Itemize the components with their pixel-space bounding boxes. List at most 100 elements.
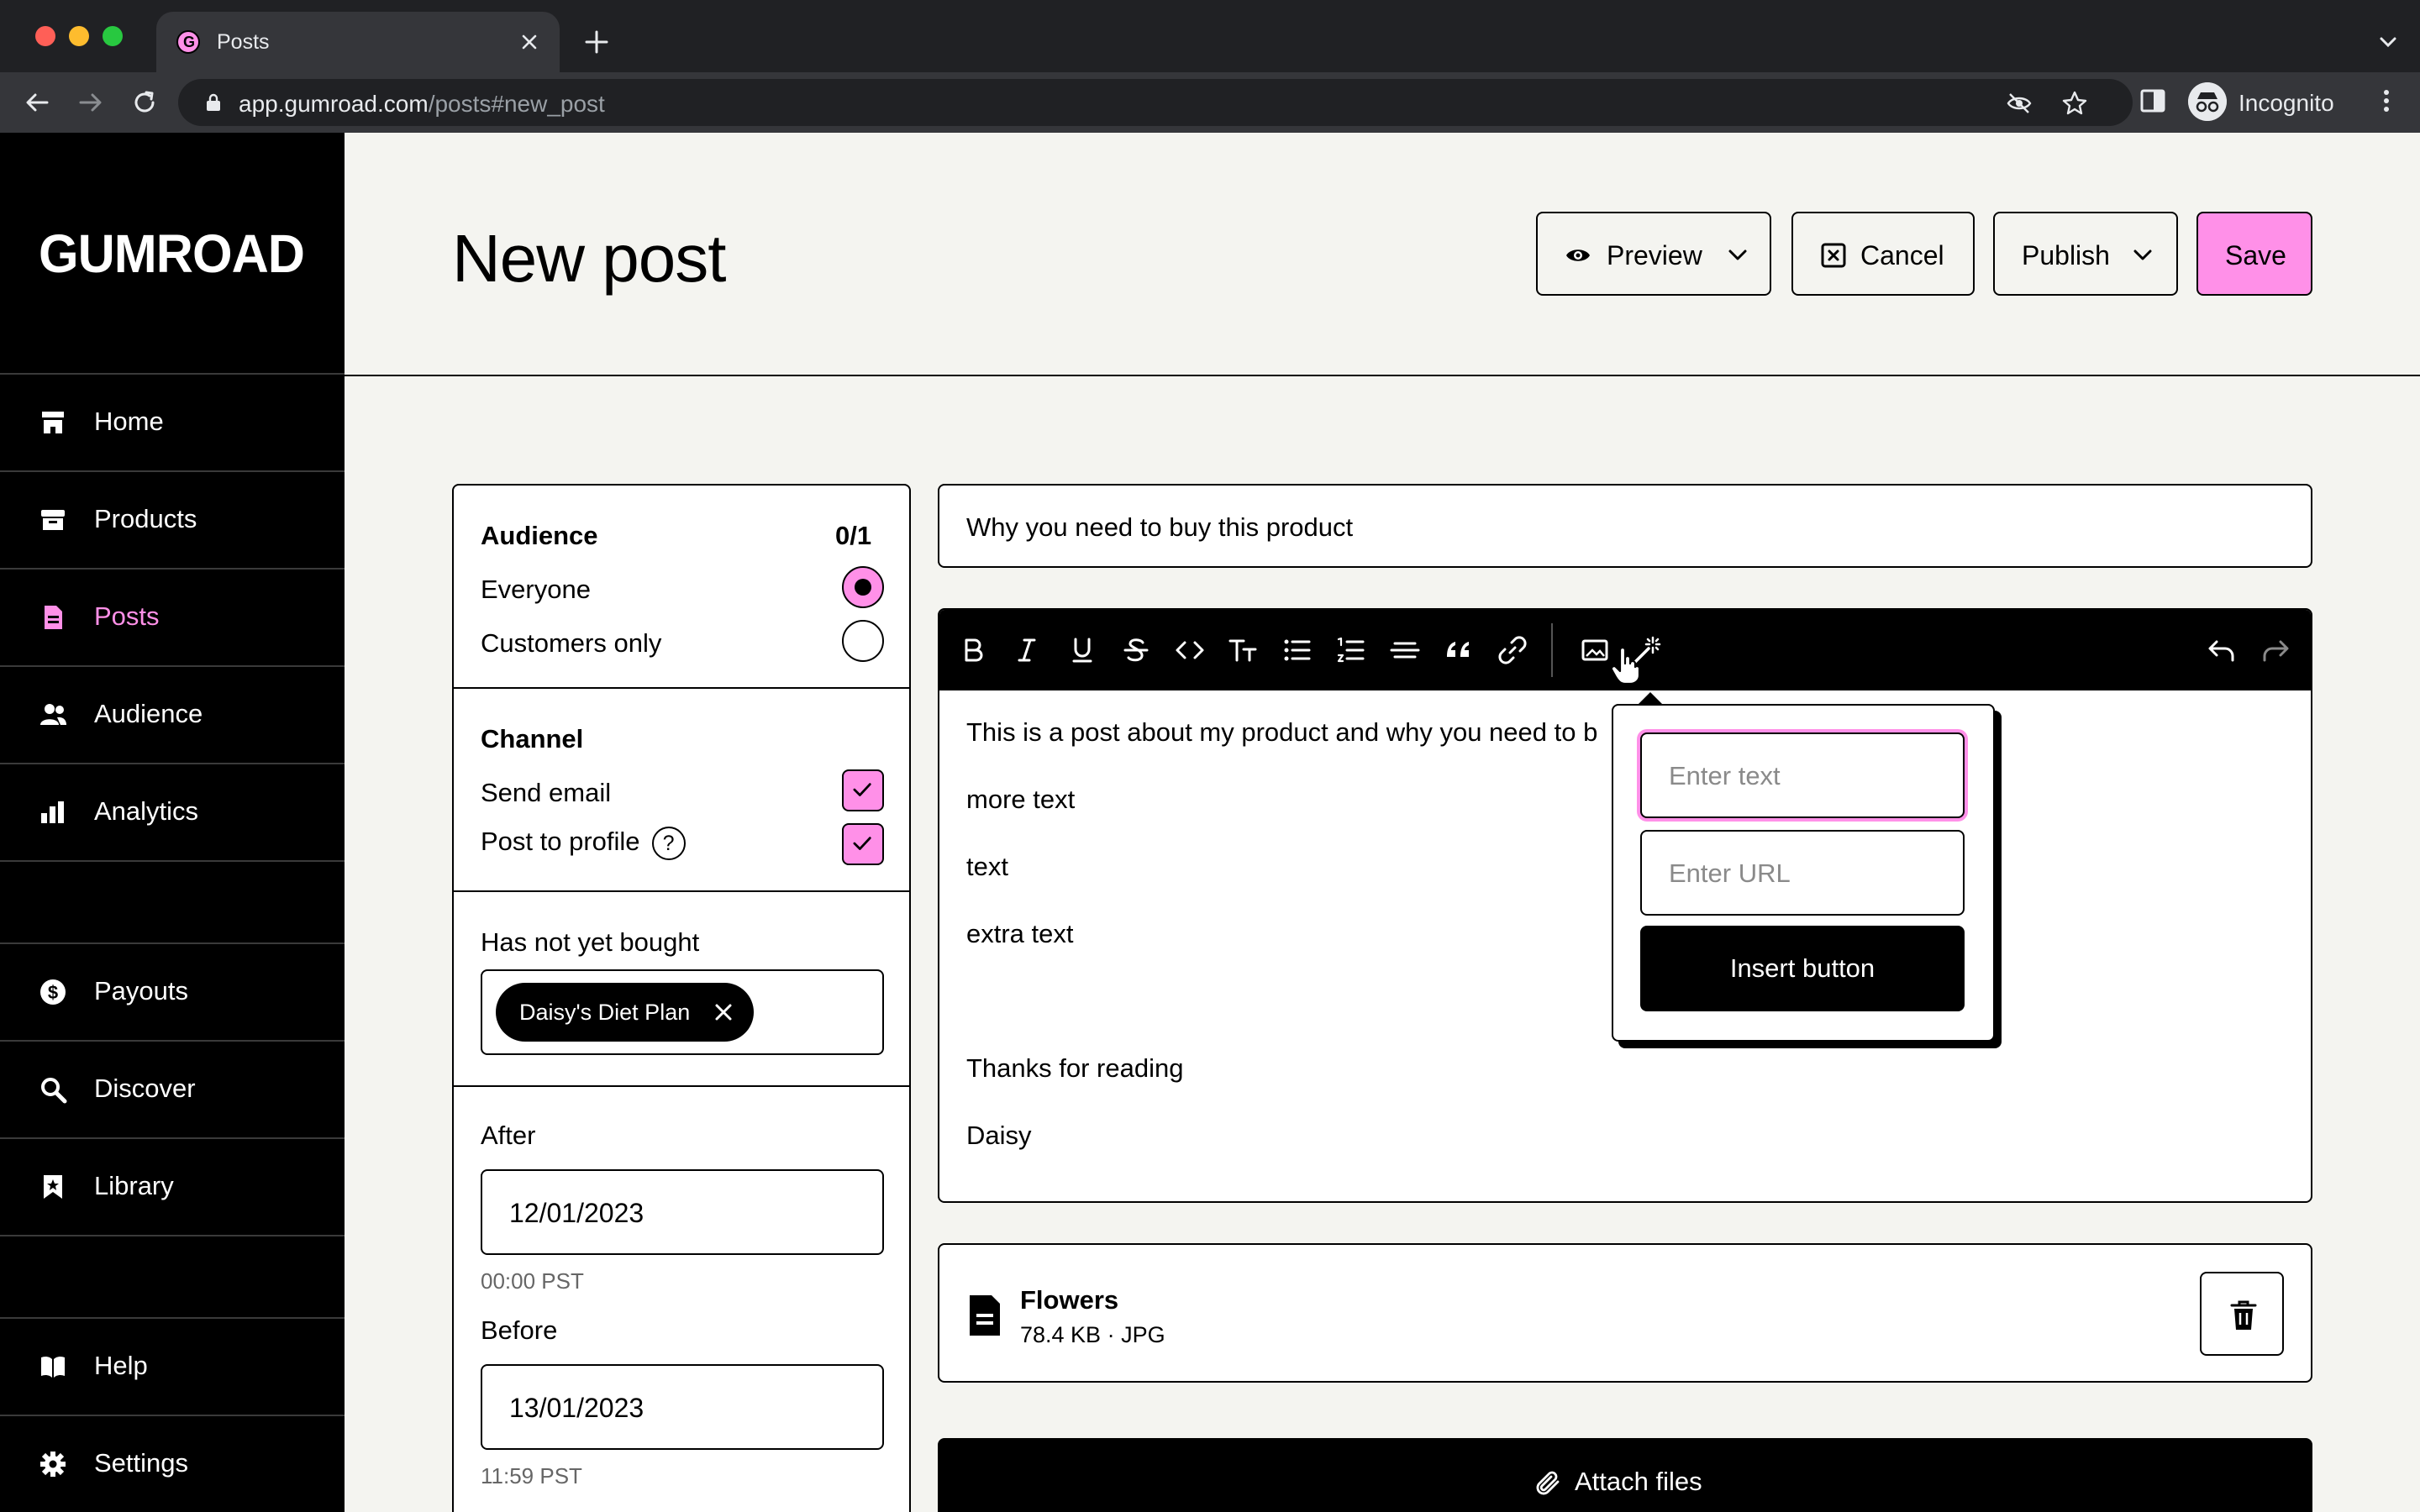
post-settings-panel: Audience 0/1 Everyone Customers only Cha… bbox=[452, 484, 911, 1512]
eye-off-icon[interactable] bbox=[2005, 89, 2033, 118]
everyone-label: Everyone bbox=[481, 575, 591, 604]
save-button[interactable]: Save bbox=[2196, 212, 2312, 296]
hand-pointer-icon bbox=[1610, 647, 1641, 685]
button-url-input[interactable]: Enter URL bbox=[1640, 830, 1965, 916]
sidebar-item-analytics[interactable]: Analytics bbox=[0, 764, 345, 860]
sidebar-item-discover[interactable]: Discover bbox=[0, 1042, 345, 1137]
sidebar-item-home[interactable]: Home bbox=[0, 375, 345, 470]
minimize-window-button[interactable] bbox=[69, 26, 89, 46]
button-text-input[interactable]: Enter text bbox=[1640, 732, 1965, 818]
post-to-profile-checkbox[interactable] bbox=[842, 823, 884, 865]
attach-files-label: Attach files bbox=[1575, 1467, 1702, 1496]
has-not-yet-bought-label: Has not yet bought bbox=[481, 927, 700, 957]
page-header: New post Preview Cancel Publish Save bbox=[345, 133, 2420, 376]
incognito-profile-button[interactable]: Incognito bbox=[2188, 82, 2334, 121]
chevron-down-icon bbox=[1728, 249, 1747, 260]
text-size-icon[interactable] bbox=[1227, 633, 1260, 667]
underline-icon[interactable] bbox=[1065, 633, 1099, 667]
sidebar-item-posts[interactable]: Posts bbox=[0, 570, 345, 665]
sidebar-item-help[interactable]: Help bbox=[0, 1319, 345, 1415]
url-text: app.gumroad.com/posts#new_post bbox=[239, 91, 605, 117]
publish-label: Publish bbox=[2022, 240, 2110, 270]
save-label: Save bbox=[2225, 240, 2286, 270]
help-icon[interactable]: ? bbox=[651, 827, 686, 860]
customers-only-radio[interactable] bbox=[842, 620, 884, 662]
reload-icon[interactable] bbox=[126, 84, 163, 121]
gumroad-logo[interactable]: GUMROAD bbox=[39, 225, 308, 284]
forward-arrow-icon[interactable] bbox=[72, 84, 109, 121]
sidebar-item-label: Products bbox=[94, 504, 197, 533]
toolbar-separator bbox=[1551, 623, 1553, 677]
sidebar-item-label: Library bbox=[94, 1171, 174, 1200]
people-icon bbox=[40, 704, 66, 725]
numbered-list-icon[interactable] bbox=[1334, 633, 1368, 667]
attach-files-button[interactable]: Attach files bbox=[938, 1438, 2312, 1512]
browser-tab-posts[interactable]: G Posts bbox=[156, 12, 560, 72]
preview-button[interactable]: Preview bbox=[1536, 212, 1771, 296]
italic-icon[interactable] bbox=[1010, 633, 1044, 667]
send-email-label: Send email bbox=[481, 778, 612, 807]
horizontal-rule-icon[interactable] bbox=[1388, 633, 1422, 667]
trash-icon bbox=[2230, 1300, 2257, 1330]
address-bar[interactable]: app.gumroad.com/posts#new_post bbox=[178, 79, 2133, 126]
popover-arrow bbox=[1637, 692, 1664, 706]
incognito-label: Incognito bbox=[2238, 90, 2334, 116]
book-icon bbox=[41, 1356, 65, 1378]
browser-titlebar: G Posts bbox=[0, 0, 2420, 72]
sidebar-item-payouts[interactable]: $ Payouts bbox=[0, 944, 345, 1040]
product-filter-input[interactable]: Daisy's Diet Plan bbox=[481, 969, 884, 1055]
chevron-down-icon[interactable] bbox=[2375, 29, 2402, 55]
remove-tag-icon[interactable] bbox=[713, 1002, 734, 1022]
delete-attachment-button[interactable] bbox=[2200, 1272, 2284, 1356]
sidebar-item-audience[interactable]: Audience bbox=[0, 667, 345, 763]
before-time: 11:59 PST bbox=[481, 1463, 582, 1488]
bookmark-star-icon[interactable] bbox=[2060, 89, 2089, 118]
body-line: text bbox=[966, 852, 1008, 881]
bold-icon[interactable] bbox=[956, 633, 990, 667]
send-email-checkbox[interactable] bbox=[842, 769, 884, 811]
audience-count: 0/1 bbox=[835, 521, 872, 550]
strikethrough-icon[interactable] bbox=[1119, 633, 1153, 667]
sidebar-item-library[interactable]: Library bbox=[0, 1139, 345, 1235]
body-line: Daisy bbox=[966, 1121, 1032, 1150]
link-icon[interactable] bbox=[1496, 633, 1529, 667]
lock-icon[interactable] bbox=[203, 92, 224, 113]
sidebar-item-label: Payouts bbox=[94, 976, 189, 1005]
svg-text:GUMROAD: GUMROAD bbox=[39, 225, 304, 284]
cancel-label: Cancel bbox=[1860, 240, 1944, 270]
new-tab-icon[interactable] bbox=[580, 25, 613, 59]
bar-chart-icon bbox=[41, 801, 64, 823]
attachment-name: Flowers bbox=[1020, 1285, 1119, 1315]
body-line: Thanks for reading bbox=[966, 1053, 1184, 1083]
before-date-input[interactable]: 13/01/2023 bbox=[481, 1364, 884, 1450]
audience-section: Audience 0/1 Everyone Customers only bbox=[454, 486, 909, 689]
audience-heading: Audience bbox=[481, 521, 598, 550]
everyone-radio[interactable] bbox=[842, 566, 884, 608]
image-icon[interactable] bbox=[1578, 633, 1612, 667]
browser-toolbar: app.gumroad.com/posts#new_post bbox=[0, 72, 2420, 133]
publish-button[interactable]: Publish bbox=[1993, 212, 2178, 296]
bullet-list-icon[interactable] bbox=[1281, 633, 1314, 667]
attachment-meta: 78.4 KB · JPG bbox=[1020, 1322, 1165, 1347]
close-window-button[interactable] bbox=[35, 26, 55, 46]
cancel-button[interactable]: Cancel bbox=[1791, 212, 1975, 296]
close-tab-icon[interactable] bbox=[516, 29, 543, 55]
check-icon bbox=[853, 837, 871, 850]
insert-button-popover: Enter text Enter URL Insert button bbox=[1612, 692, 1995, 1042]
quote-icon[interactable] bbox=[1442, 633, 1476, 667]
sidebar-item-products[interactable]: Products bbox=[0, 472, 345, 568]
insert-button[interactable]: Insert button bbox=[1640, 926, 1965, 1011]
maximize-window-button[interactable] bbox=[103, 26, 123, 46]
document-icon bbox=[45, 606, 62, 629]
redo-icon[interactable] bbox=[2259, 633, 2292, 667]
more-menu-icon[interactable] bbox=[2370, 84, 2403, 118]
channel-section: Channel Send email Post to profile? bbox=[454, 689, 909, 892]
back-arrow-icon[interactable] bbox=[18, 84, 55, 121]
side-panel-icon[interactable] bbox=[2136, 84, 2170, 118]
sidebar-item-label: Posts bbox=[94, 601, 160, 631]
sidebar-item-settings[interactable]: Settings bbox=[0, 1416, 345, 1512]
code-icon[interactable] bbox=[1173, 633, 1207, 667]
after-date-input[interactable]: 12/01/2023 bbox=[481, 1169, 884, 1255]
undo-icon[interactable] bbox=[2205, 633, 2238, 667]
post-title-input[interactable]: Why you need to buy this product bbox=[938, 484, 2312, 568]
